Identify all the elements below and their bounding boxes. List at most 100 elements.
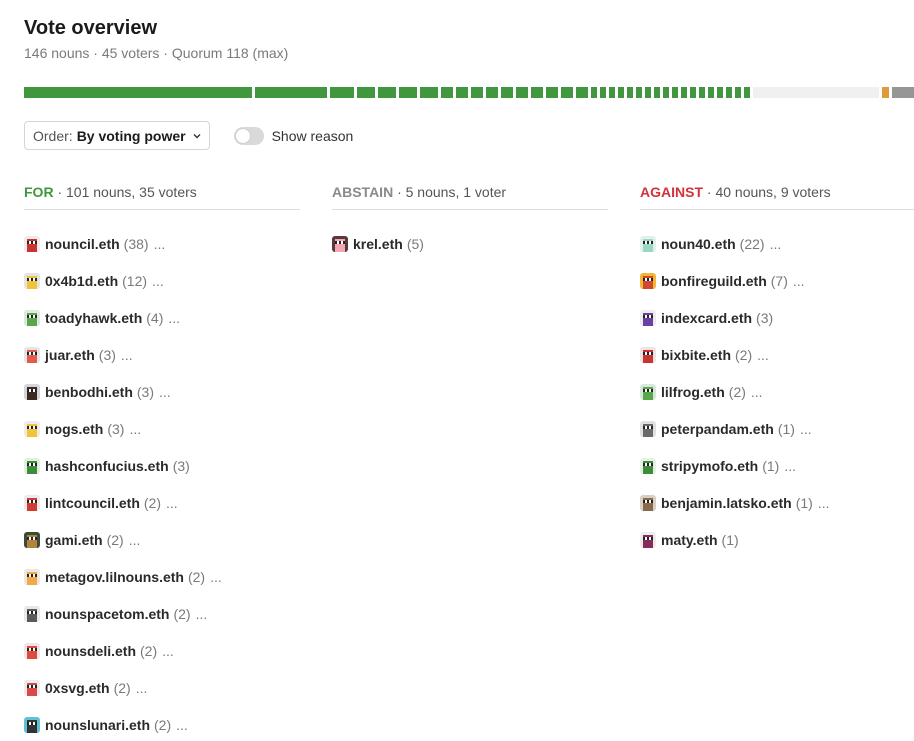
voter-name-link[interactable]: stripymofo.eth — [661, 458, 758, 474]
voter-more-button[interactable]: ... — [129, 421, 141, 437]
voter-more-button[interactable]: ... — [136, 680, 148, 696]
voter-more-button[interactable]: ... — [162, 643, 174, 659]
voter-name-link[interactable]: benbodhi.eth — [45, 384, 133, 400]
voter-avatar-icon — [640, 421, 656, 437]
voter-name-link[interactable]: nounsdeli.eth — [45, 643, 136, 659]
voter-avatar-icon — [640, 532, 656, 548]
voter-name-link[interactable]: nouncil.eth — [45, 236, 120, 252]
abstain-summary: · 5 nouns, 1 voter — [393, 184, 507, 200]
voter-more-button[interactable]: ... — [196, 606, 208, 622]
voter-more-button[interactable]: ... — [751, 384, 763, 400]
voter-name-link[interactable]: 0x4b1d.eth — [45, 273, 118, 289]
voter-more-button[interactable]: ... — [159, 384, 171, 400]
voter-vote-count: (12) — [122, 273, 148, 289]
voter-more-button[interactable]: ... — [154, 236, 166, 252]
vote-bar-segment-for — [681, 87, 687, 98]
vote-bar-segment-abstain — [753, 87, 879, 98]
voter-avatar-icon — [24, 495, 40, 511]
voter-more-button[interactable]: ... — [770, 236, 782, 252]
show-reason-toggle[interactable] — [233, 126, 264, 145]
voter-avatar-icon — [24, 310, 40, 326]
voter-name-link[interactable]: noun40.eth — [661, 236, 736, 252]
vote-bar-segment-for — [600, 87, 606, 98]
voter-name-link[interactable]: bonfireguild.eth — [661, 273, 767, 289]
show-reason-toggle-group[interactable]: Show reason — [233, 126, 353, 145]
voter-more-button[interactable]: ... — [784, 458, 796, 474]
voter-name-link[interactable]: indexcard.eth — [661, 310, 752, 326]
voter-name-link[interactable]: juar.eth — [45, 347, 95, 363]
voter-name-link[interactable]: 0xsvg.eth — [45, 680, 110, 696]
vote-bar-segment-for — [456, 87, 468, 98]
voter-row: nogs.eth (3)... — [24, 421, 300, 458]
voter-row: benjamin.latsko.eth (1)... — [640, 495, 914, 532]
voter-name-link[interactable]: nounspacetom.eth — [45, 606, 169, 622]
voter-name-link[interactable]: lintcouncil.eth — [45, 495, 140, 511]
vote-bar-segment-for — [636, 87, 642, 98]
voter-row: krel.eth (5) — [332, 236, 608, 273]
vote-bar-segment-for — [726, 87, 732, 98]
voter-name-link[interactable]: metagov.lilnouns.eth — [45, 569, 184, 585]
vote-bar-segment-for — [744, 87, 750, 98]
voter-vote-count: (2) — [728, 384, 746, 400]
voter-row: bixbite.eth (2)... — [640, 347, 914, 384]
voter-row: toadyhawk.eth (4)... — [24, 310, 300, 347]
voter-more-button[interactable]: ... — [757, 347, 769, 363]
vote-bar-segment-for — [441, 87, 453, 98]
vote-bar-segment-for — [531, 87, 543, 98]
voter-vote-count: (2) — [113, 680, 131, 696]
voter-vote-count: (38) — [123, 236, 149, 252]
voter-name-link[interactable]: benjamin.latsko.eth — [661, 495, 792, 511]
vote-bar-segment-for — [516, 87, 528, 98]
abstain-column: ABSTAIN · 5 nouns, 1 voter krel.eth (5) — [332, 184, 608, 273]
voter-more-button[interactable]: ... — [210, 569, 222, 585]
vote-bar-segment-for — [420, 87, 438, 98]
vote-bar-segment-for — [708, 87, 714, 98]
voter-more-button[interactable]: ... — [793, 273, 805, 289]
voter-more-button[interactable]: ... — [800, 421, 812, 437]
voter-name-link[interactable]: gami.eth — [45, 532, 103, 548]
voter-row: 0x4b1d.eth (12)... — [24, 273, 300, 310]
voter-row: gami.eth (2)... — [24, 532, 300, 569]
voter-more-button[interactable]: ... — [168, 310, 180, 326]
vote-bar-segment-for — [654, 87, 660, 98]
vote-bar-segment-for — [618, 87, 624, 98]
chevron-down-icon — [193, 133, 201, 138]
voter-row: nouncil.eth (38)... — [24, 236, 300, 273]
voter-row: lintcouncil.eth (2)... — [24, 495, 300, 532]
voter-name-link[interactable]: krel.eth — [353, 236, 403, 252]
voter-more-button[interactable]: ... — [176, 717, 188, 733]
voter-row: lilfrog.eth (2)... — [640, 384, 914, 421]
voter-avatar-icon — [24, 532, 40, 548]
vote-bar-segment-for — [591, 87, 597, 98]
order-select[interactable]: Order: By voting power — [24, 121, 210, 150]
voter-name-link[interactable]: bixbite.eth — [661, 347, 731, 363]
vote-bar-segment-against — [882, 87, 889, 98]
voter-vote-count: (3) — [98, 347, 116, 363]
voter-more-button[interactable]: ... — [818, 495, 830, 511]
vote-bar-segment-for — [717, 87, 723, 98]
voter-name-link[interactable]: hashconfucius.eth — [45, 458, 169, 474]
voter-more-button[interactable]: ... — [129, 532, 141, 548]
voter-vote-count: (1) — [762, 458, 780, 474]
voter-name-link[interactable]: lilfrog.eth — [661, 384, 725, 400]
voter-vote-count: (1) — [777, 421, 795, 437]
voter-vote-count: (2) — [173, 606, 191, 622]
voter-more-button[interactable]: ... — [152, 273, 164, 289]
against-summary: · 40 nouns, 9 voters — [703, 184, 831, 200]
vote-bar-segment-for — [357, 87, 375, 98]
vote-summary: 146 nouns · 45 voters · Quorum 118 (max) — [24, 45, 289, 61]
voter-name-link[interactable]: peterpandam.eth — [661, 421, 774, 437]
for-column: FOR · 101 nouns, 35 voters nouncil.eth (3… — [24, 184, 300, 741]
vote-bar-segment-remain — [892, 87, 914, 98]
voter-avatar-icon — [640, 347, 656, 363]
voter-name-link[interactable]: nounslunari.eth — [45, 717, 150, 733]
voter-more-button[interactable]: ... — [121, 347, 133, 363]
voter-name-link[interactable]: maty.eth — [661, 532, 718, 548]
voter-more-button[interactable]: ... — [166, 495, 178, 511]
voter-avatar-icon — [640, 495, 656, 511]
voter-name-link[interactable]: nogs.eth — [45, 421, 103, 437]
vote-bar-segment-for — [255, 87, 327, 98]
voter-avatar-icon — [24, 236, 40, 252]
voter-name-link[interactable]: toadyhawk.eth — [45, 310, 142, 326]
voter-avatar-icon — [640, 458, 656, 474]
